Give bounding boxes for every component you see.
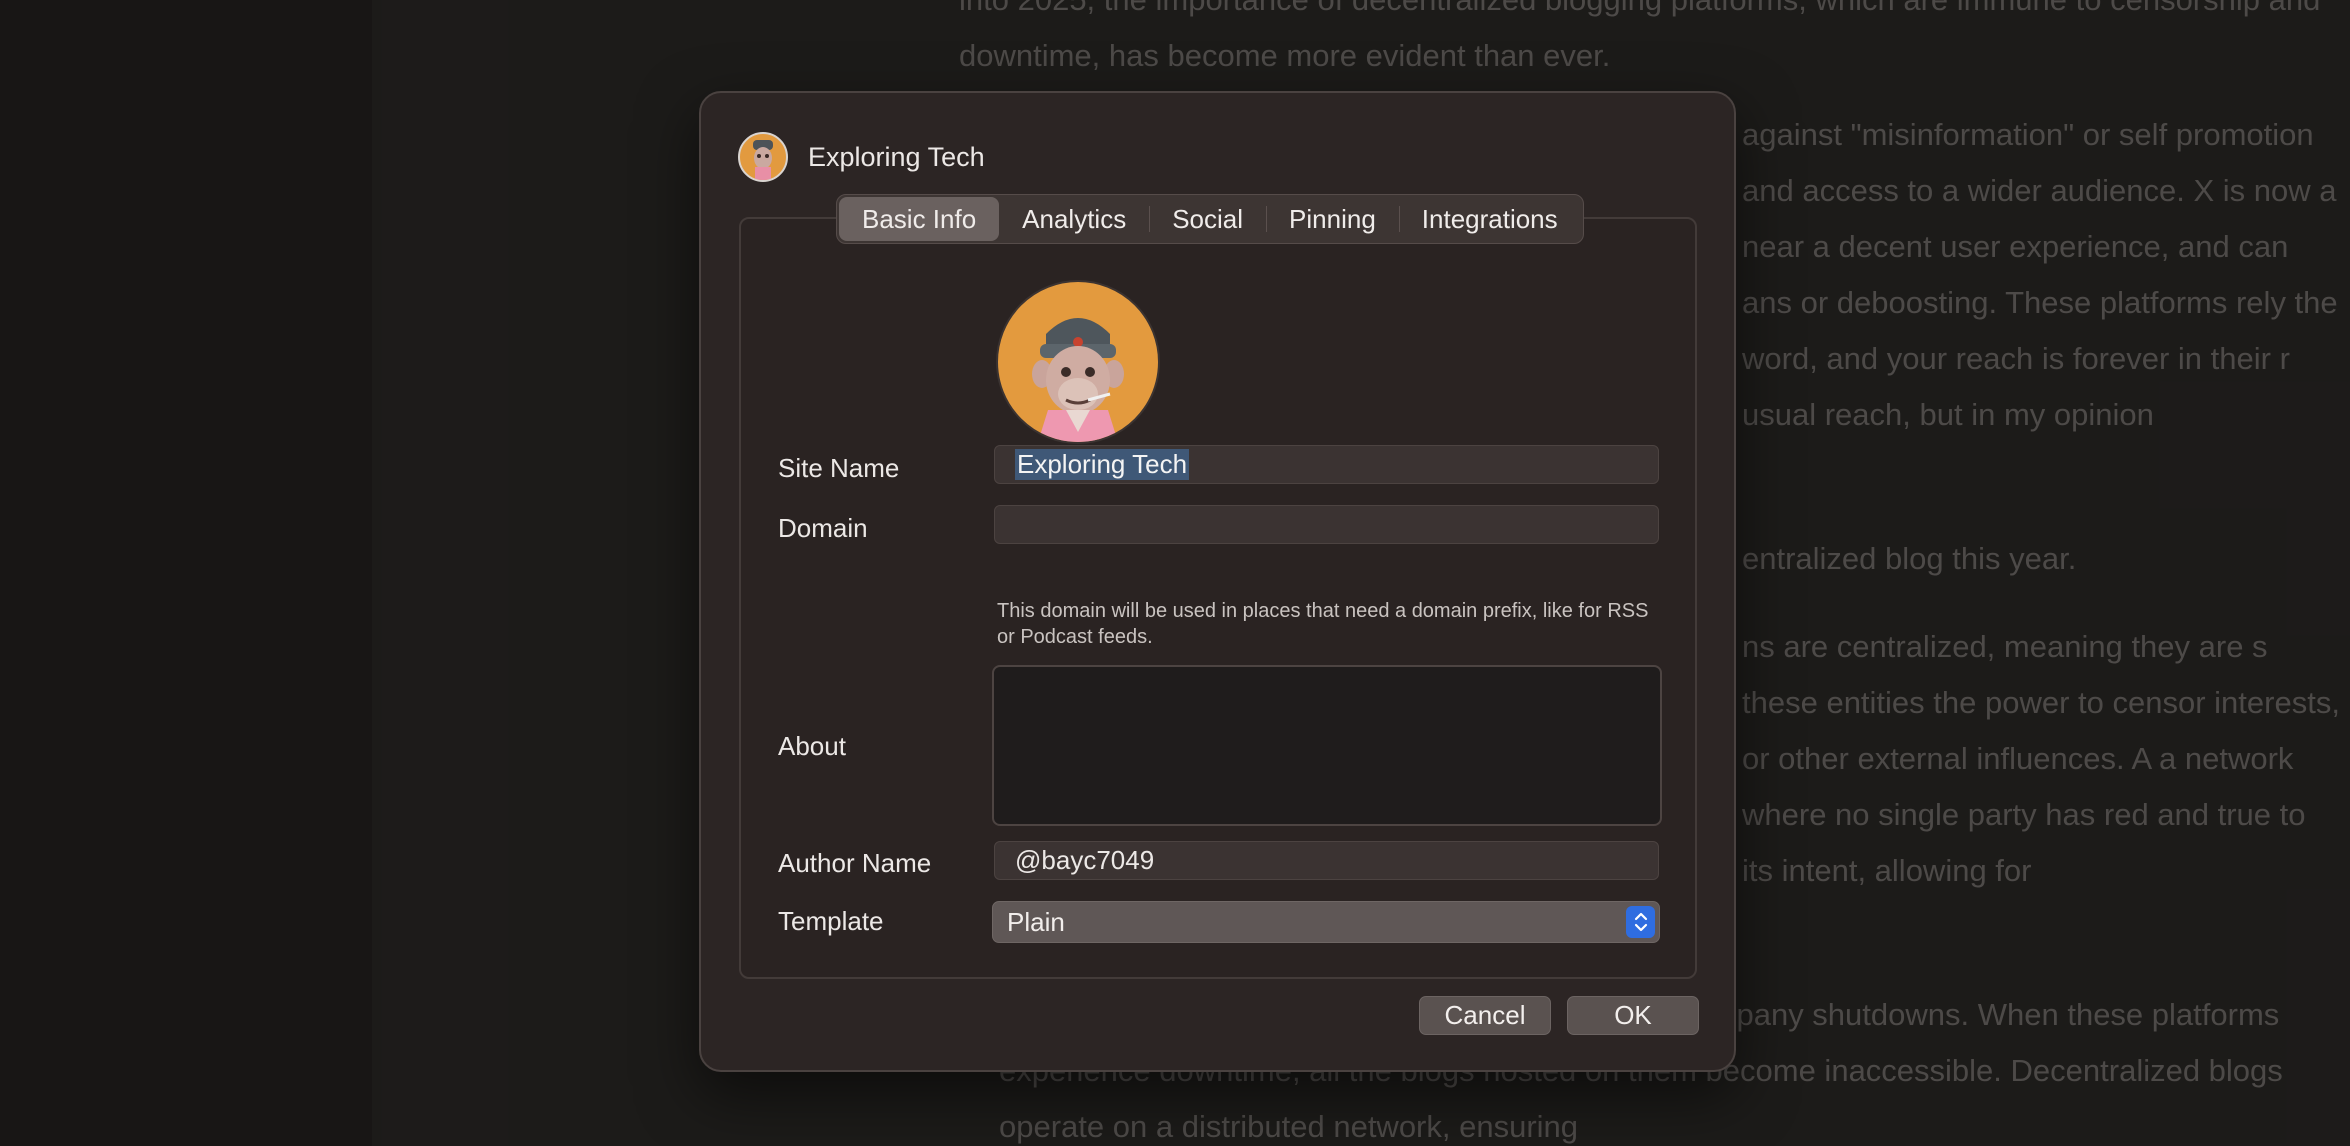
tab-social[interactable]: Social xyxy=(1149,197,1266,241)
site-avatar-icon xyxy=(738,132,788,182)
author-name-field[interactable]: @bayc7049 xyxy=(994,841,1659,880)
dialog-header: Exploring Tech xyxy=(738,132,985,182)
author-name-value: @bayc7049 xyxy=(1015,845,1155,875)
dialog-title: Exploring Tech xyxy=(808,141,985,172)
chevron-up-down-icon xyxy=(1626,906,1655,938)
template-select[interactable]: Plain xyxy=(992,901,1660,943)
domain-label: Domain xyxy=(778,513,868,543)
site-avatar-image[interactable] xyxy=(996,280,1160,444)
template-value: Plain xyxy=(1007,906,1065,937)
site-name-value: Exploring Tech xyxy=(1015,449,1190,480)
cancel-button[interactable]: Cancel xyxy=(1419,996,1551,1035)
about-label: About xyxy=(778,731,846,761)
domain-help-text: This domain will be used in places that … xyxy=(997,600,1649,648)
ok-button[interactable]: OK xyxy=(1567,996,1699,1035)
site-name-field[interactable]: Exploring Tech xyxy=(994,445,1659,484)
domain-field[interactable] xyxy=(994,505,1659,544)
settings-tabs: Basic Info Analytics Social Pinning Inte… xyxy=(836,194,1584,244)
site-settings-dialog: Exploring Tech Basic Info Analytics Soci… xyxy=(699,91,1736,1072)
author-name-label: Author Name xyxy=(778,848,932,878)
tab-integrations[interactable]: Integrations xyxy=(1398,197,1581,241)
tab-analytics[interactable]: Analytics xyxy=(999,197,1149,241)
template-label: Template xyxy=(778,906,884,936)
about-textarea[interactable] xyxy=(992,665,1662,826)
tab-basic-info[interactable]: Basic Info xyxy=(839,197,1000,241)
site-name-label: Site Name xyxy=(778,453,900,483)
tab-pinning[interactable]: Pinning xyxy=(1266,197,1399,241)
